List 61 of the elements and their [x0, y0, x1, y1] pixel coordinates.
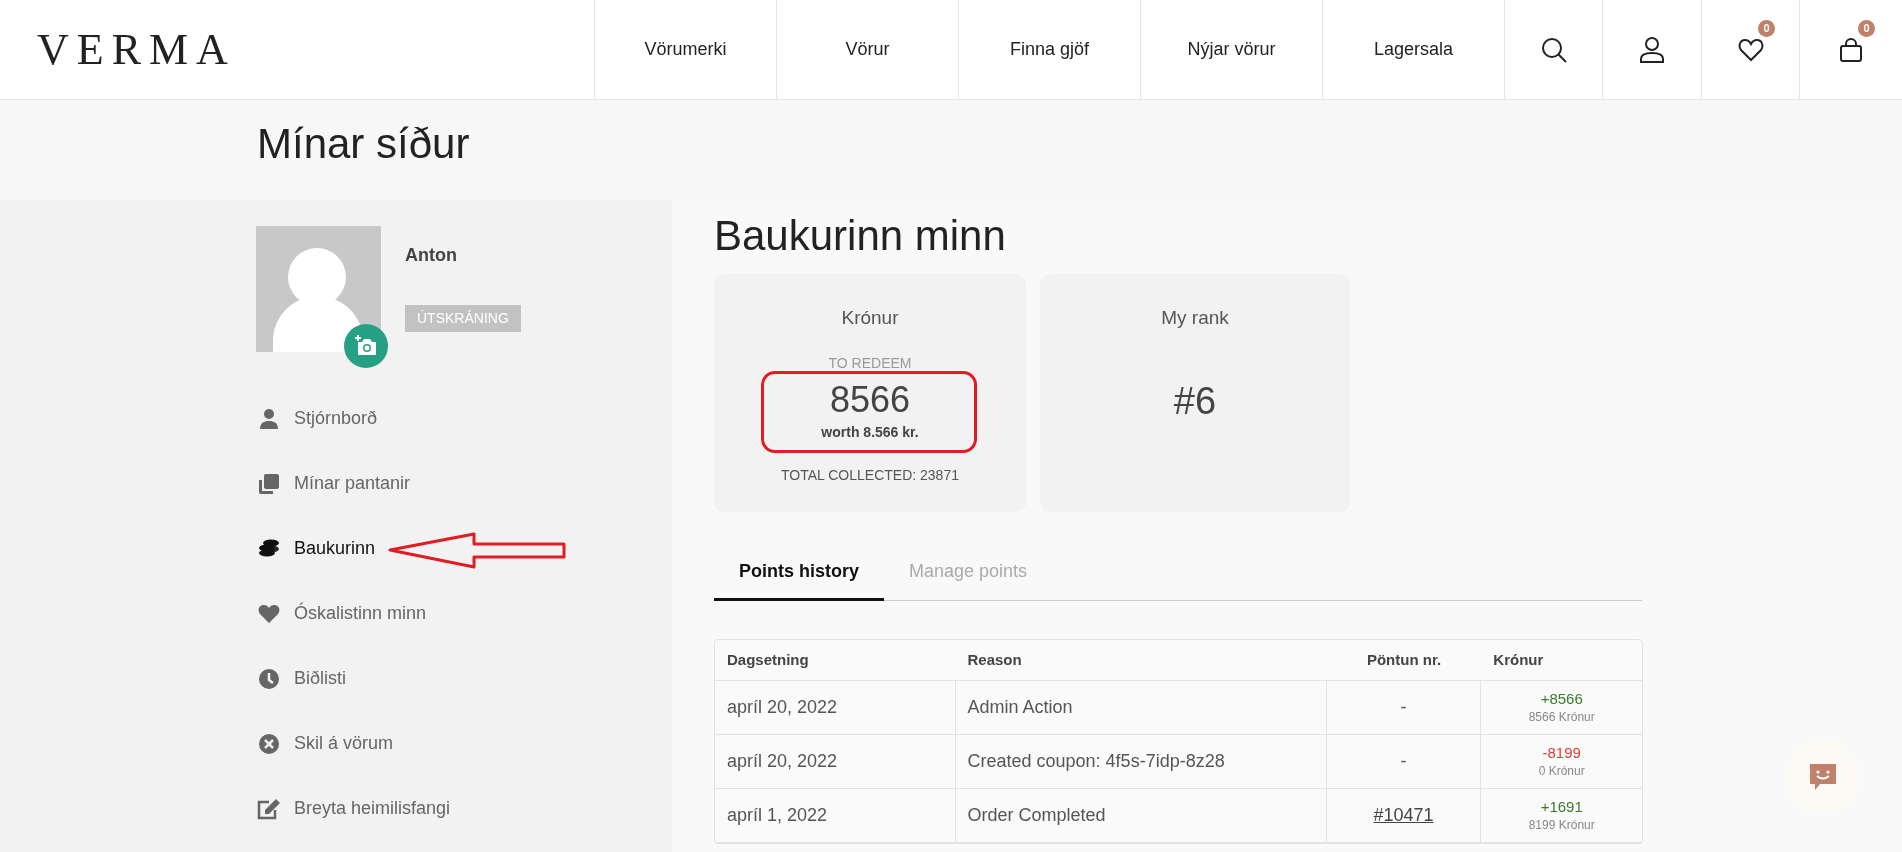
person-outline-icon — [1640, 36, 1664, 63]
sidebar-item[interactable]: Breyta heimilisfangi — [256, 794, 672, 823]
table-cell: apríl 20, 2022 — [715, 681, 956, 734]
rank-value: #6 — [1173, 378, 1217, 424]
points-value: 8566 — [829, 377, 911, 422]
column-header: Dagsetning — [726, 649, 810, 670]
card-title: Krónur — [841, 306, 899, 330]
wishlist-button[interactable]: 0 — [1701, 0, 1799, 99]
points-change: -8199 — [1542, 743, 1581, 762]
section-heading: Baukurinn minn — [714, 211, 1007, 261]
shopping-bag-icon — [1839, 37, 1862, 62]
table-cell: apríl 1, 2022 — [715, 789, 956, 842]
balance-text: 0 Krónur — [1538, 762, 1585, 780]
cart-button[interactable]: 0 — [1799, 0, 1901, 99]
edit-icon — [257, 797, 281, 820]
logo[interactable]: VERMA — [37, 16, 236, 83]
heart-icon — [258, 603, 280, 624]
sidebar-item[interactable]: Skil á vörum — [256, 729, 672, 758]
column-header: Reason — [966, 649, 1023, 670]
sidebar-item[interactable]: Stjórnborð — [256, 404, 672, 433]
table-cell: Order Completed — [955, 789, 1327, 842]
heart-outline-icon — [1737, 37, 1764, 62]
balance-text: 8566 Krónur — [1528, 708, 1595, 726]
table-cell: apríl 20, 2022 — [715, 735, 956, 788]
stacked-squares-icon — [258, 472, 280, 495]
sidebar-item[interactable]: Óskalistinn minn — [256, 599, 672, 628]
column-header: Pöntun nr. — [1365, 649, 1443, 670]
redeem-label: TO REDEEM — [828, 353, 912, 373]
sidebar-item[interactable]: Biðlisti — [256, 664, 672, 693]
person-icon — [259, 407, 279, 430]
cart-count-badge: 0 — [1858, 20, 1875, 37]
table-cell: Created coupon: 4f5s-7idp-8z28 — [955, 735, 1327, 788]
table-cell: Admin Action — [955, 681, 1327, 734]
nav-link[interactable]: Nýjar vörur — [1140, 0, 1322, 99]
user-name: Anton — [405, 244, 458, 267]
sidebar-item[interactable]: Baukurinn — [256, 534, 672, 563]
close-circle-icon — [258, 732, 280, 755]
nav-link[interactable]: Vörur — [776, 0, 958, 99]
page-title: Mínar síður — [257, 119, 471, 169]
tab[interactable]: Points history — [714, 544, 884, 601]
table-cell-text: - — [1400, 696, 1407, 719]
nav-link[interactable]: Finna gjöf — [958, 0, 1140, 99]
points-worth: worth 8.566 kr. — [821, 422, 919, 442]
coins-icon — [258, 538, 280, 559]
nav-link[interactable]: Lagersala — [1322, 0, 1504, 99]
search-icon — [1540, 36, 1567, 63]
add-photo-button[interactable] — [344, 324, 388, 368]
chat-smile-icon — [1808, 762, 1838, 792]
camera-plus-icon — [354, 335, 378, 357]
clock-icon — [258, 667, 280, 690]
balance-text: 8199 Krónur — [1528, 816, 1595, 834]
column-header: Krónur — [1492, 649, 1545, 670]
card-title: My rank — [1161, 306, 1229, 330]
table-cell-text: - — [1400, 750, 1407, 773]
order-link[interactable]: #10471 — [1373, 802, 1434, 829]
points-change: +1691 — [1540, 797, 1583, 816]
total-collected: TOTAL COLLECTED: 23871 — [781, 465, 959, 485]
points-change: +8566 — [1540, 689, 1583, 708]
nav-link[interactable]: Vörumerki — [594, 0, 776, 99]
sidebar-item[interactable]: Mínar pantanir — [256, 469, 672, 498]
wishlist-count-badge: 0 — [1758, 20, 1775, 37]
